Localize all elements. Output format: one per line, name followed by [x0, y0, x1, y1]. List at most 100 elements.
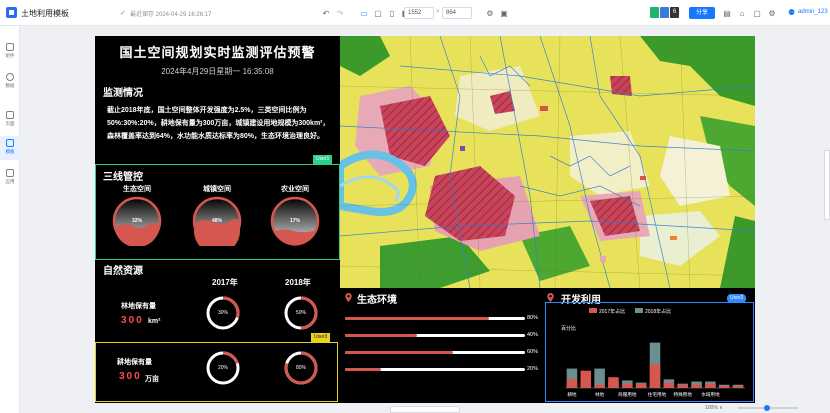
legend-swatch — [589, 308, 597, 313]
bar-2017 — [608, 377, 619, 388]
sidebar-item-label: 应用 — [5, 179, 15, 184]
grid-icon — [6, 43, 14, 51]
sidebar-item-label: 组件 — [5, 53, 15, 58]
sidebar-item-components[interactable]: 组件 — [0, 40, 20, 64]
save-icon[interactable]: ▤ — [721, 7, 733, 19]
sidebar-item-apps[interactable]: 应用 — [0, 166, 20, 190]
legend-label: 2018年占比 — [645, 308, 671, 315]
sidebar-item-label: 模板 — [5, 149, 15, 154]
user3-tag: User3 — [311, 333, 331, 342]
bar-2017 — [622, 383, 633, 388]
dial-value-urban: 48% — [211, 218, 222, 224]
monitor-text: 截止2018年底，国土空间整体开发强度为2.5%，三类空间比例为50%:30%:… — [107, 107, 330, 140]
dashboard-datetime: 2024年4月29日星期一 16:35:08 — [161, 67, 274, 76]
bar-2017 — [691, 384, 702, 388]
sidebar-item-data[interactable]: 数据 — [0, 70, 20, 94]
preview-icon[interactable]: ▣ — [498, 7, 510, 19]
monitor-title: 监测情况 — [103, 88, 143, 99]
canvas-height-input[interactable]: 864 — [442, 7, 472, 19]
location-pin-icon — [547, 293, 554, 302]
sidebar-item-label: 数据 — [5, 83, 15, 88]
database-icon — [6, 73, 14, 81]
forest-value: 300 — [121, 315, 144, 326]
eco-bar-4-value: 20% — [527, 366, 539, 372]
farm-value: 300 — [119, 371, 142, 382]
sidebar-item-templates[interactable]: 模板 — [0, 136, 20, 160]
times-icon: × — [436, 9, 440, 15]
sidebar-item-pages[interactable]: 页面 — [0, 108, 20, 132]
zoom-level[interactable]: 100% ∨ — [705, 405, 723, 411]
settings-cog-icon[interactable]: ⚙ — [484, 7, 496, 19]
zoom-slider-handle[interactable] — [764, 405, 770, 411]
year-2018-label: 2018年 — [285, 278, 311, 287]
farm-label: 耕地保有量 — [117, 359, 152, 366]
dashboard-title: 国土空间规划实时监测评估预警 — [119, 45, 316, 60]
x-tick-label: 商服用地 — [618, 391, 637, 398]
legend-swatch — [635, 308, 643, 313]
eco-bar-1-value: 80% — [527, 315, 539, 321]
window-view-icon[interactable]: ▢ — [372, 7, 384, 19]
x-tick-label: 耕地 — [567, 391, 577, 398]
eco-bar-3 — [345, 351, 525, 354]
app-title: 土地利用模板 — [21, 9, 69, 18]
forest-label: 林地保有量 — [121, 303, 156, 310]
bar-2017 — [732, 385, 744, 388]
check-icon: ✓ — [120, 10, 126, 17]
bar-2017 — [677, 384, 688, 388]
dial-value-eco: 32% — [131, 218, 142, 224]
app-icon — [6, 169, 14, 177]
undo-icon[interactable]: ↶ — [320, 7, 332, 19]
desktop-view-icon[interactable]: ▭ — [358, 7, 370, 19]
template-icon — [6, 139, 14, 147]
eco-bar-2 — [345, 334, 525, 337]
eco-bar-fill — [345, 334, 417, 337]
three-lines-title: 三线管控 — [103, 172, 143, 183]
land-use-map[interactable] — [340, 36, 755, 288]
bottom-panel-toggle[interactable] — [390, 406, 460, 413]
forest-unit: km² — [148, 318, 161, 325]
bar-2017 — [594, 384, 605, 388]
year-2017-label: 2017年 — [212, 278, 238, 287]
eco-bar-4 — [345, 368, 525, 371]
dial-label-agri: 农业空间 — [281, 186, 309, 193]
farm-unit: 万亩 — [145, 376, 159, 383]
dial-value-agri: 17% — [289, 218, 300, 224]
blue-status-icon — [660, 7, 669, 18]
dial-label-urban: 城镇空间 — [203, 186, 231, 193]
gear-icon[interactable]: ⚙ — [766, 7, 778, 19]
share-button[interactable]: 分享 — [689, 7, 715, 19]
user-name[interactable]: admin_123 — [798, 9, 828, 15]
eco-bar-3-value: 60% — [527, 349, 539, 355]
bar-2017 — [580, 370, 592, 388]
green-status-icon — [650, 7, 659, 18]
natural-title: 自然资源 — [103, 266, 143, 277]
canvas-width-input[interactable]: 1552 — [404, 7, 434, 19]
tablet-view-icon[interactable]: ▯ — [386, 7, 398, 19]
app-logo-icon — [6, 7, 17, 18]
user-icon[interactable]: ⚉ — [788, 8, 796, 17]
farm-2018-value: 80% — [295, 365, 306, 371]
bar-2017 — [663, 382, 675, 388]
x-tick-label: 水域用地 — [701, 391, 720, 398]
top-toolbar: 土地利用模板 ✓ 最近保存 2024-04-29 16:26:17 ↶ ↷ ▭ … — [0, 0, 830, 26]
bar-2017 — [718, 385, 730, 388]
redo-icon[interactable]: ↷ — [334, 7, 346, 19]
legend-label: 2017年占比 — [599, 308, 625, 315]
bar-2017 — [649, 364, 661, 388]
user1-tag: User1 — [313, 155, 333, 164]
farm-2017-value: 20% — [217, 365, 228, 371]
comment-icon[interactable]: ▢ — [751, 7, 763, 19]
dashboard-canvas[interactable]: 国土空间规划实时监测评估预警 2024年4月29日星期一 16:35:08 监测… — [95, 36, 755, 403]
map-image — [340, 36, 755, 288]
save-status: 最近保存 2024-04-29 16:26:17 — [130, 12, 212, 18]
eco-bar-fill — [345, 351, 453, 354]
y-axis-label: 百分比 — [561, 325, 576, 332]
eco-bar-1 — [345, 317, 525, 320]
bar-2017 — [635, 383, 647, 388]
right-panel-toggle[interactable] — [824, 150, 830, 220]
publish-icon[interactable]: ⌂ — [736, 7, 748, 19]
x-tick-label: 特殊用地 — [673, 391, 692, 398]
bar-2017 — [705, 383, 716, 388]
sidebar-item-label: 页面 — [5, 121, 15, 126]
x-tick-label: 林地 — [595, 391, 605, 398]
